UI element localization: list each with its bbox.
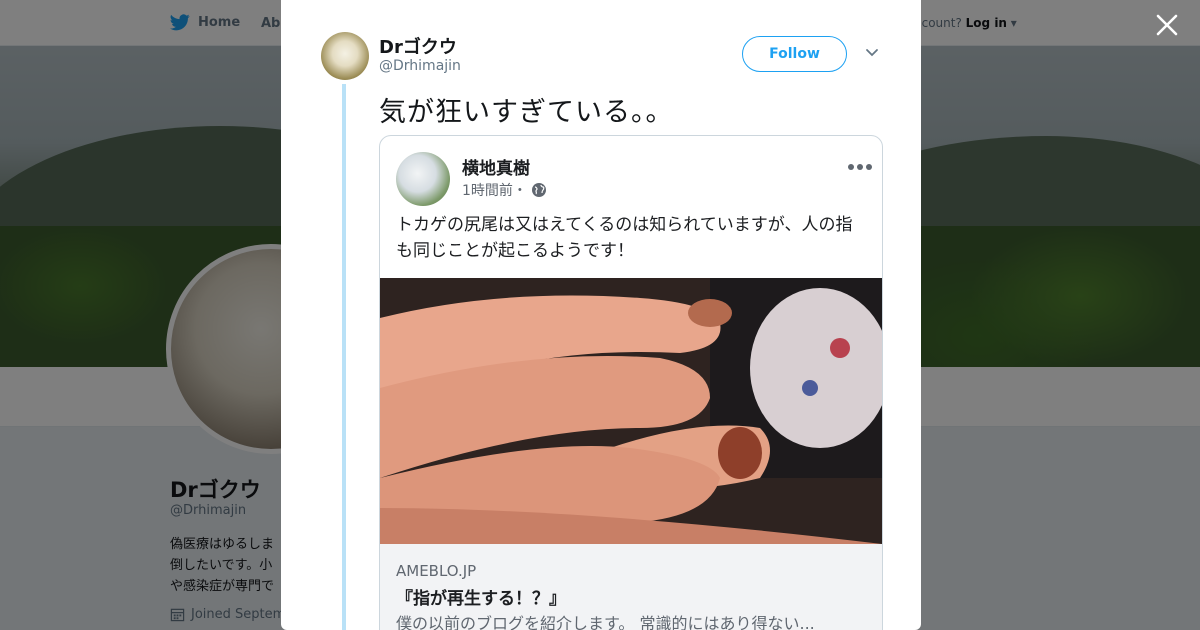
globe-icon <box>531 183 546 197</box>
follow-button[interactable]: Follow <box>742 36 847 72</box>
embedded-facebook-post[interactable]: 横地真樹 1時間前・ トカゲの尻尾は又はえてくるのは知られていますが、人の指も同… <box>379 135 883 630</box>
tweet-author-name[interactable]: Drゴクウ <box>379 33 457 59</box>
link-title[interactable]: 『指が再生する！？』 <box>396 584 566 609</box>
link-domain: AMEBLO.JP <box>396 562 477 580</box>
thread-line <box>342 84 346 630</box>
photo-fingers-image <box>380 278 882 544</box>
tweet-author-handle[interactable]: @Drhimajin <box>379 58 461 74</box>
post-timestamp: 1時間前・ <box>462 180 547 200</box>
tweet-text: 気が狂いすぎている。。 <box>379 97 674 128</box>
post-author-name[interactable]: 横地真樹 <box>462 154 530 179</box>
post-author-avatar[interactable] <box>396 152 450 206</box>
tweet-modal: Drゴクウ @Drhimajin Follow 気が狂いすぎている。。 横地真樹… <box>281 0 921 630</box>
chevron-down-icon[interactable] <box>865 48 879 58</box>
link-description: 僕の以前のブログを紹介します。 常識的にはあり得ない... <box>396 614 815 630</box>
post-time-text: 1時間前・ <box>462 183 527 199</box>
tweet-author-avatar[interactable] <box>321 32 369 80</box>
post-text: トカゲの尻尾は又はえてくるのは知られていますが、人の指も同じことが起こるようです… <box>396 215 853 261</box>
more-dots-icon[interactable] <box>848 164 872 170</box>
post-link-preview[interactable]: AMEBLO.JP 『指が再生する！？』 僕の以前のブログを紹介します。 常識的… <box>380 544 882 630</box>
post-photo[interactable] <box>380 278 882 544</box>
close-icon[interactable] <box>1154 12 1180 38</box>
